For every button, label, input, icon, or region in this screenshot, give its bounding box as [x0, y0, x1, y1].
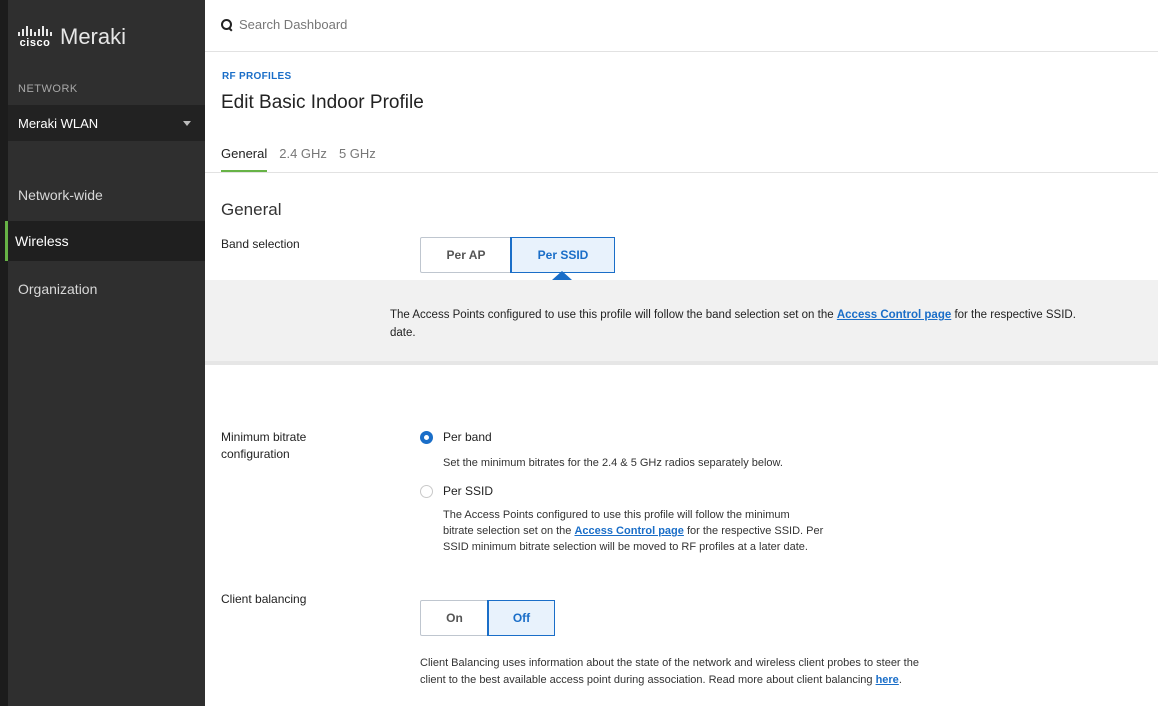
sidebar-item-network-wide[interactable]: Network-wide	[8, 175, 205, 215]
minimum-bitrate-label: Minimum bitrate configuration	[221, 429, 306, 463]
desc-part: bitrate selection set on the	[443, 525, 575, 537]
band-selection-info-panel: The Access Points configured to use this…	[205, 280, 1158, 365]
radio-per-band[interactable]: Per band	[420, 430, 492, 444]
caret-down-icon	[183, 121, 191, 126]
selection-pointer-icon	[552, 271, 572, 280]
network-selector[interactable]: Meraki WLAN	[8, 105, 205, 141]
sidebar-item-label: Network-wide	[18, 187, 103, 203]
sidebar-item-label: Wireless	[15, 233, 69, 249]
desc-line: SSID minimum bitrate selection will be m…	[443, 541, 808, 553]
desc-part: client to the best available access poin…	[420, 674, 876, 686]
tab-5-ghz[interactable]: 5 GHz	[339, 146, 376, 173]
band-selection-toggle: Per AP Per SSID	[420, 237, 615, 273]
cisco-logo-icon: cisco	[18, 25, 52, 49]
network-heading: NETWORK	[18, 83, 78, 95]
network-selector-value: Meraki WLAN	[18, 115, 99, 131]
access-control-link[interactable]: Access Control page	[574, 525, 683, 537]
per-band-description: Set the minimum bitrates for the 2.4 & 5…	[443, 457, 783, 469]
radio-per-ssid[interactable]: Per SSID	[420, 484, 493, 498]
sidebar-item-wireless[interactable]: Wireless	[5, 221, 205, 261]
client-balancing-here-link[interactable]: here	[876, 674, 899, 686]
sidebar-item-label: Organization	[18, 281, 98, 297]
brand-logo[interactable]: cisco Meraki	[18, 22, 126, 52]
band-selection-label: Band selection	[221, 237, 300, 251]
client-balancing-toggle: On Off	[420, 600, 555, 636]
info-text-part: for the respective SSID.	[951, 309, 1076, 321]
search-input[interactable]: Search Dashboard	[221, 17, 347, 32]
radio-label: Per band	[443, 430, 492, 444]
tabs-divider	[205, 172, 1158, 173]
per-ap-button[interactable]: Per AP	[421, 238, 511, 272]
page-title: Edit Basic Indoor Profile	[221, 92, 424, 113]
radio-label: Per SSID	[443, 484, 494, 498]
top-bar: Search Dashboard	[205, 0, 1158, 52]
off-button[interactable]: Off	[487, 600, 555, 636]
desc-part: for the respective SSID. Per	[683, 525, 824, 537]
tab-general[interactable]: General	[221, 146, 268, 173]
band-selection-info-text: The Access Points configured to use this…	[390, 306, 1155, 342]
sidebar-item-organization[interactable]: Organization	[8, 269, 205, 309]
desc-line: Client Balancing uses information about …	[420, 657, 919, 669]
desc-line: The Access Points configured to use this…	[443, 509, 790, 521]
per-ssid-button[interactable]: Per SSID	[510, 237, 615, 273]
label-line: Minimum bitrate	[221, 430, 307, 444]
per-ssid-description: The Access Points configured to use this…	[443, 507, 963, 555]
sidebar-edge	[0, 0, 8, 706]
label-line: configuration	[221, 447, 290, 461]
tab-bar: General 2.4 GHz 5 GHz	[221, 146, 388, 173]
info-text-line2: date.	[390, 327, 416, 339]
on-button[interactable]: On	[421, 601, 488, 635]
access-control-link[interactable]: Access Control page	[837, 309, 951, 321]
radio-unchecked-icon	[420, 484, 433, 498]
section-title: General	[221, 200, 282, 219]
search-placeholder: Search Dashboard	[239, 17, 348, 32]
info-text-part: The Access Points configured to use this…	[390, 309, 837, 321]
tab-2-4-ghz[interactable]: 2.4 GHz	[279, 146, 327, 173]
cisco-wordmark: cisco	[19, 36, 51, 49]
breadcrumb[interactable]: RF PROFILES	[222, 71, 291, 82]
client-balancing-description: Client Balancing uses information about …	[420, 655, 1020, 689]
radio-checked-icon	[420, 430, 433, 444]
client-balancing-label: Client balancing	[221, 592, 307, 606]
brand-name: Meraki	[60, 24, 127, 49]
search-icon	[221, 19, 232, 30]
desc-part: .	[898, 674, 902, 686]
